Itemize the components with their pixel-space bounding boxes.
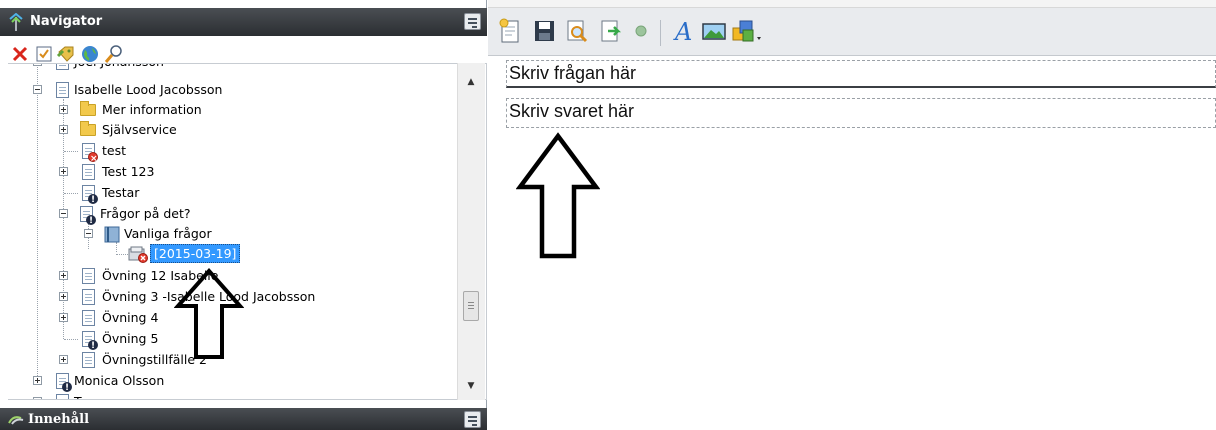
collapse-icon[interactable] — [84, 229, 93, 238]
expand-icon[interactable] — [59, 292, 68, 301]
question-field[interactable]: Skriv frågan här — [506, 60, 1216, 88]
scroll-down-icon[interactable]: ▼ — [464, 379, 478, 393]
answer-placeholder: Skriv svaret här — [509, 101, 635, 121]
save-icon[interactable] — [532, 18, 556, 44]
tree-item[interactable]: Testar — [8, 183, 448, 210]
folder-icon — [80, 101, 96, 116]
expand-icon[interactable] — [59, 313, 68, 322]
navigator-tree: Joel Johansson Isabelle Lood Jacobsson M… — [8, 63, 487, 400]
delete-icon[interactable] — [10, 44, 30, 64]
collapse-icon[interactable] — [59, 209, 68, 218]
annotation-arrow-up-icon — [174, 268, 244, 359]
tree-item[interactable]: Tess — [8, 392, 448, 399]
content-panel-header: Innehåll — [0, 408, 487, 430]
tree-item[interactable]: Monica Olsson — [8, 371, 448, 398]
document-icon — [82, 310, 95, 326]
editor-panel: A Skriv frågan här Skriv svaret här — [488, 0, 1216, 430]
folder-icon — [80, 121, 96, 136]
collapse-icon[interactable] — [33, 85, 42, 94]
preview-icon[interactable] — [565, 18, 589, 44]
svg-text:A: A — [673, 18, 692, 44]
tree-item[interactable]: Isabelle Lood Jacobsson — [8, 80, 448, 100]
expand-icon[interactable] — [59, 355, 68, 364]
search-icon[interactable] — [104, 44, 124, 64]
expand-icon[interactable] — [59, 167, 68, 176]
shapes-icon[interactable] — [731, 18, 765, 44]
navigator-logo-icon — [9, 13, 23, 31]
expand-icon[interactable] — [33, 376, 42, 385]
tags-icon[interactable] — [56, 44, 76, 64]
tree-item[interactable]: Test 123 — [8, 162, 448, 182]
export-icon[interactable] — [599, 18, 623, 44]
document-icon — [82, 164, 95, 180]
navigator-header: Navigator — [0, 8, 487, 36]
expand-icon[interactable] — [59, 105, 68, 114]
tree-item[interactable]: Joel Johansson — [8, 64, 448, 72]
document-icon — [82, 352, 95, 368]
tree-item[interactable]: Mer information — [8, 100, 448, 120]
font-icon[interactable]: A — [672, 18, 696, 44]
faq-item-error-icon — [128, 246, 148, 263]
new-document-icon[interactable] — [498, 18, 522, 44]
status-dot-icon[interactable] — [629, 18, 653, 44]
scroll-thumb[interactable] — [463, 291, 479, 321]
navigator-title: Navigator — [30, 14, 103, 29]
document-icon — [82, 289, 95, 305]
content-panel-title: Innehåll — [28, 412, 90, 427]
globe-icon[interactable] — [80, 44, 100, 64]
expand-icon[interactable] — [59, 125, 68, 134]
answer-field[interactable]: Skriv svaret här — [506, 98, 1216, 128]
content-logo-icon — [8, 416, 24, 425]
editor-toolbar: A — [488, 8, 1216, 56]
document-icon — [82, 268, 95, 284]
tree-item-selected[interactable]: [2015-03-19] — [8, 244, 448, 264]
content-menu-button[interactable] — [464, 411, 481, 428]
annotation-arrow-up-icon — [516, 132, 600, 259]
navigator-menu-button[interactable] — [464, 13, 481, 30]
checklist-icon[interactable] — [34, 44, 54, 64]
document-icon — [56, 82, 69, 98]
tree-item[interactable]: Vanliga frågor — [8, 224, 448, 244]
image-icon[interactable] — [702, 18, 726, 44]
tree-scrollbar[interactable]: ▲ ▼ — [457, 63, 485, 400]
scroll-up-icon[interactable]: ▲ — [464, 75, 478, 89]
tree-item[interactable]: Frågor på det? — [8, 204, 448, 231]
tree-item[interactable]: Självservice — [8, 120, 448, 140]
question-placeholder: Skriv frågan här — [509, 63, 637, 83]
faq-book-icon — [104, 226, 120, 243]
tree-item[interactable]: test — [8, 141, 448, 169]
navigator-panel: Navigator Isabelle Lood Jacobsson Mer in… — [0, 0, 487, 430]
expand-icon[interactable] — [59, 271, 68, 280]
